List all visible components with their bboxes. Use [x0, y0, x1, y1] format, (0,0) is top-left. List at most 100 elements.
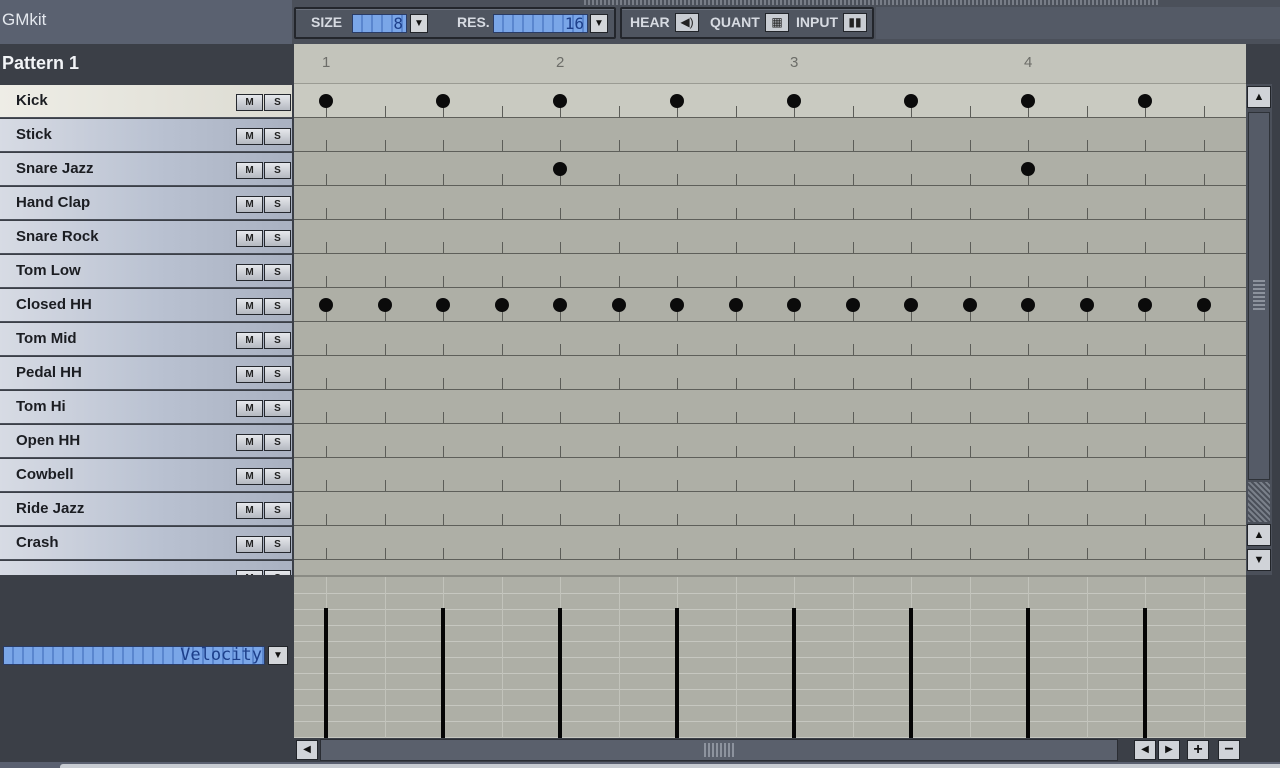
scroll-right-step-button[interactable]: ▶	[1158, 740, 1180, 760]
note-dot[interactable]	[670, 94, 684, 108]
instrument-row[interactable]: Pedal HH M S	[0, 357, 292, 390]
mute-button[interactable]: M	[236, 264, 263, 281]
grid-row[interactable]	[294, 424, 1246, 458]
mute-button[interactable]: M	[236, 366, 263, 383]
instrument-row[interactable]: Hand Clap M S	[0, 187, 292, 220]
grid-row[interactable]	[294, 390, 1246, 424]
velocity-bar[interactable]	[1143, 608, 1147, 738]
note-dot[interactable]	[1021, 298, 1035, 312]
zoom-out-button[interactable]: −	[1218, 740, 1240, 760]
grid-row[interactable]	[294, 458, 1246, 492]
note-dot[interactable]	[787, 298, 801, 312]
grid-row[interactable]	[294, 84, 1246, 118]
velocity-bar[interactable]	[324, 608, 328, 738]
instrument-row[interactable]: Open HH M S	[0, 425, 292, 458]
mute-button[interactable]: M	[236, 332, 263, 349]
note-dot[interactable]	[1138, 94, 1152, 108]
mute-button[interactable]: M	[236, 128, 263, 145]
instrument-row[interactable]: Snare Rock M S	[0, 221, 292, 254]
note-dot[interactable]	[553, 162, 567, 176]
instrument-row[interactable]: Tom Mid M S	[0, 323, 292, 356]
velocity-bar[interactable]	[558, 608, 562, 738]
velocity-bar[interactable]	[909, 608, 913, 738]
velocity-bar[interactable]	[1026, 608, 1030, 738]
note-dot[interactable]	[378, 298, 392, 312]
solo-button[interactable]: S	[264, 434, 291, 451]
note-dot[interactable]	[612, 298, 626, 312]
note-dot[interactable]	[319, 298, 333, 312]
mute-button[interactable]: M	[236, 298, 263, 315]
res-dropdown-button[interactable]: ▼	[590, 14, 608, 33]
solo-button[interactable]: S	[264, 162, 291, 179]
window-grip[interactable]	[584, 0, 1160, 5]
instrument-row[interactable]: Ride Jazz M S	[0, 493, 292, 526]
mute-button[interactable]: M	[236, 468, 263, 485]
instrument-row[interactable]: Snare Jazz M S	[0, 153, 292, 186]
grid-row[interactable]	[294, 322, 1246, 356]
note-dot[interactable]	[1138, 298, 1152, 312]
note-dot[interactable]	[495, 298, 509, 312]
instrument-row[interactable]: Closed HH M S	[0, 289, 292, 322]
solo-button[interactable]: S	[264, 502, 291, 519]
solo-button[interactable]: S	[264, 536, 291, 553]
instrument-row[interactable]: Cowbell M S	[0, 459, 292, 492]
instrument-row[interactable]: MS	[0, 561, 292, 575]
size-value-field[interactable]: 8	[352, 14, 407, 33]
grid-row[interactable]	[294, 356, 1246, 390]
zoom-in-button[interactable]: +	[1187, 740, 1209, 760]
note-dot[interactable]	[1021, 94, 1035, 108]
note-dot[interactable]	[553, 298, 567, 312]
solo-button[interactable]: S	[264, 298, 291, 315]
size-dropdown-button[interactable]: ▼	[410, 14, 428, 33]
grid-row[interactable]	[294, 186, 1246, 220]
note-dot[interactable]	[729, 298, 743, 312]
grid-row[interactable]	[294, 254, 1246, 288]
beat-ruler[interactable]: 1 2 3 4	[294, 44, 1246, 84]
solo-button[interactable]: S	[264, 264, 291, 281]
velocity-parameter-select[interactable]: Velocity	[3, 646, 265, 665]
solo-button[interactable]: S	[264, 366, 291, 383]
solo-button[interactable]: S	[264, 468, 291, 485]
solo-button[interactable]: S	[264, 94, 291, 111]
hear-toggle[interactable]: ◀)	[675, 13, 699, 32]
note-dot[interactable]	[670, 298, 684, 312]
note-dot[interactable]	[904, 298, 918, 312]
instrument-row[interactable]: Tom Low M S	[0, 255, 292, 288]
row-scroll-down-button[interactable]: ▼	[1247, 549, 1271, 571]
scroll-left-button[interactable]: ◀	[296, 740, 318, 760]
instrument-row[interactable]: Tom Hi M S	[0, 391, 292, 424]
velocity-bar[interactable]	[441, 608, 445, 738]
grid-row[interactable]	[294, 560, 1246, 575]
pattern-grid[interactable]	[294, 84, 1246, 575]
mute-button[interactable]: M	[236, 434, 263, 451]
note-dot[interactable]	[1021, 162, 1035, 176]
note-dot[interactable]	[553, 94, 567, 108]
velocity-dropdown-button[interactable]: ▼	[268, 646, 288, 665]
mute-button[interactable]: M	[236, 196, 263, 213]
solo-button[interactable]: S	[264, 400, 291, 417]
row-scroll-up-button[interactable]: ▲	[1247, 524, 1271, 546]
grid-row[interactable]	[294, 492, 1246, 526]
note-dot[interactable]	[963, 298, 977, 312]
grid-row[interactable]	[294, 526, 1246, 560]
note-dot[interactable]	[436, 94, 450, 108]
res-value-field[interactable]: 16	[493, 14, 588, 33]
solo-button[interactable]: S	[264, 128, 291, 145]
velocity-editor[interactable]	[294, 575, 1246, 738]
velocity-bar[interactable]	[675, 608, 679, 738]
note-dot[interactable]	[904, 94, 918, 108]
scroll-up-button[interactable]: ▲	[1247, 86, 1271, 108]
instrument-row[interactable]: Kick M S	[0, 85, 292, 118]
solo-button[interactable]: S	[264, 230, 291, 247]
note-dot[interactable]	[787, 94, 801, 108]
instrument-row[interactable]: Crash M S	[0, 527, 292, 560]
note-dot[interactable]	[436, 298, 450, 312]
scroll-left-step-button[interactable]: ◀	[1134, 740, 1156, 760]
mute-button[interactable]: M	[236, 502, 263, 519]
quant-toggle[interactable]: ▦	[765, 13, 789, 32]
velocity-bar[interactable]	[792, 608, 796, 738]
note-dot[interactable]	[846, 298, 860, 312]
note-dot[interactable]	[1197, 298, 1211, 312]
note-dot[interactable]	[319, 94, 333, 108]
mute-button[interactable]: M	[236, 94, 263, 111]
